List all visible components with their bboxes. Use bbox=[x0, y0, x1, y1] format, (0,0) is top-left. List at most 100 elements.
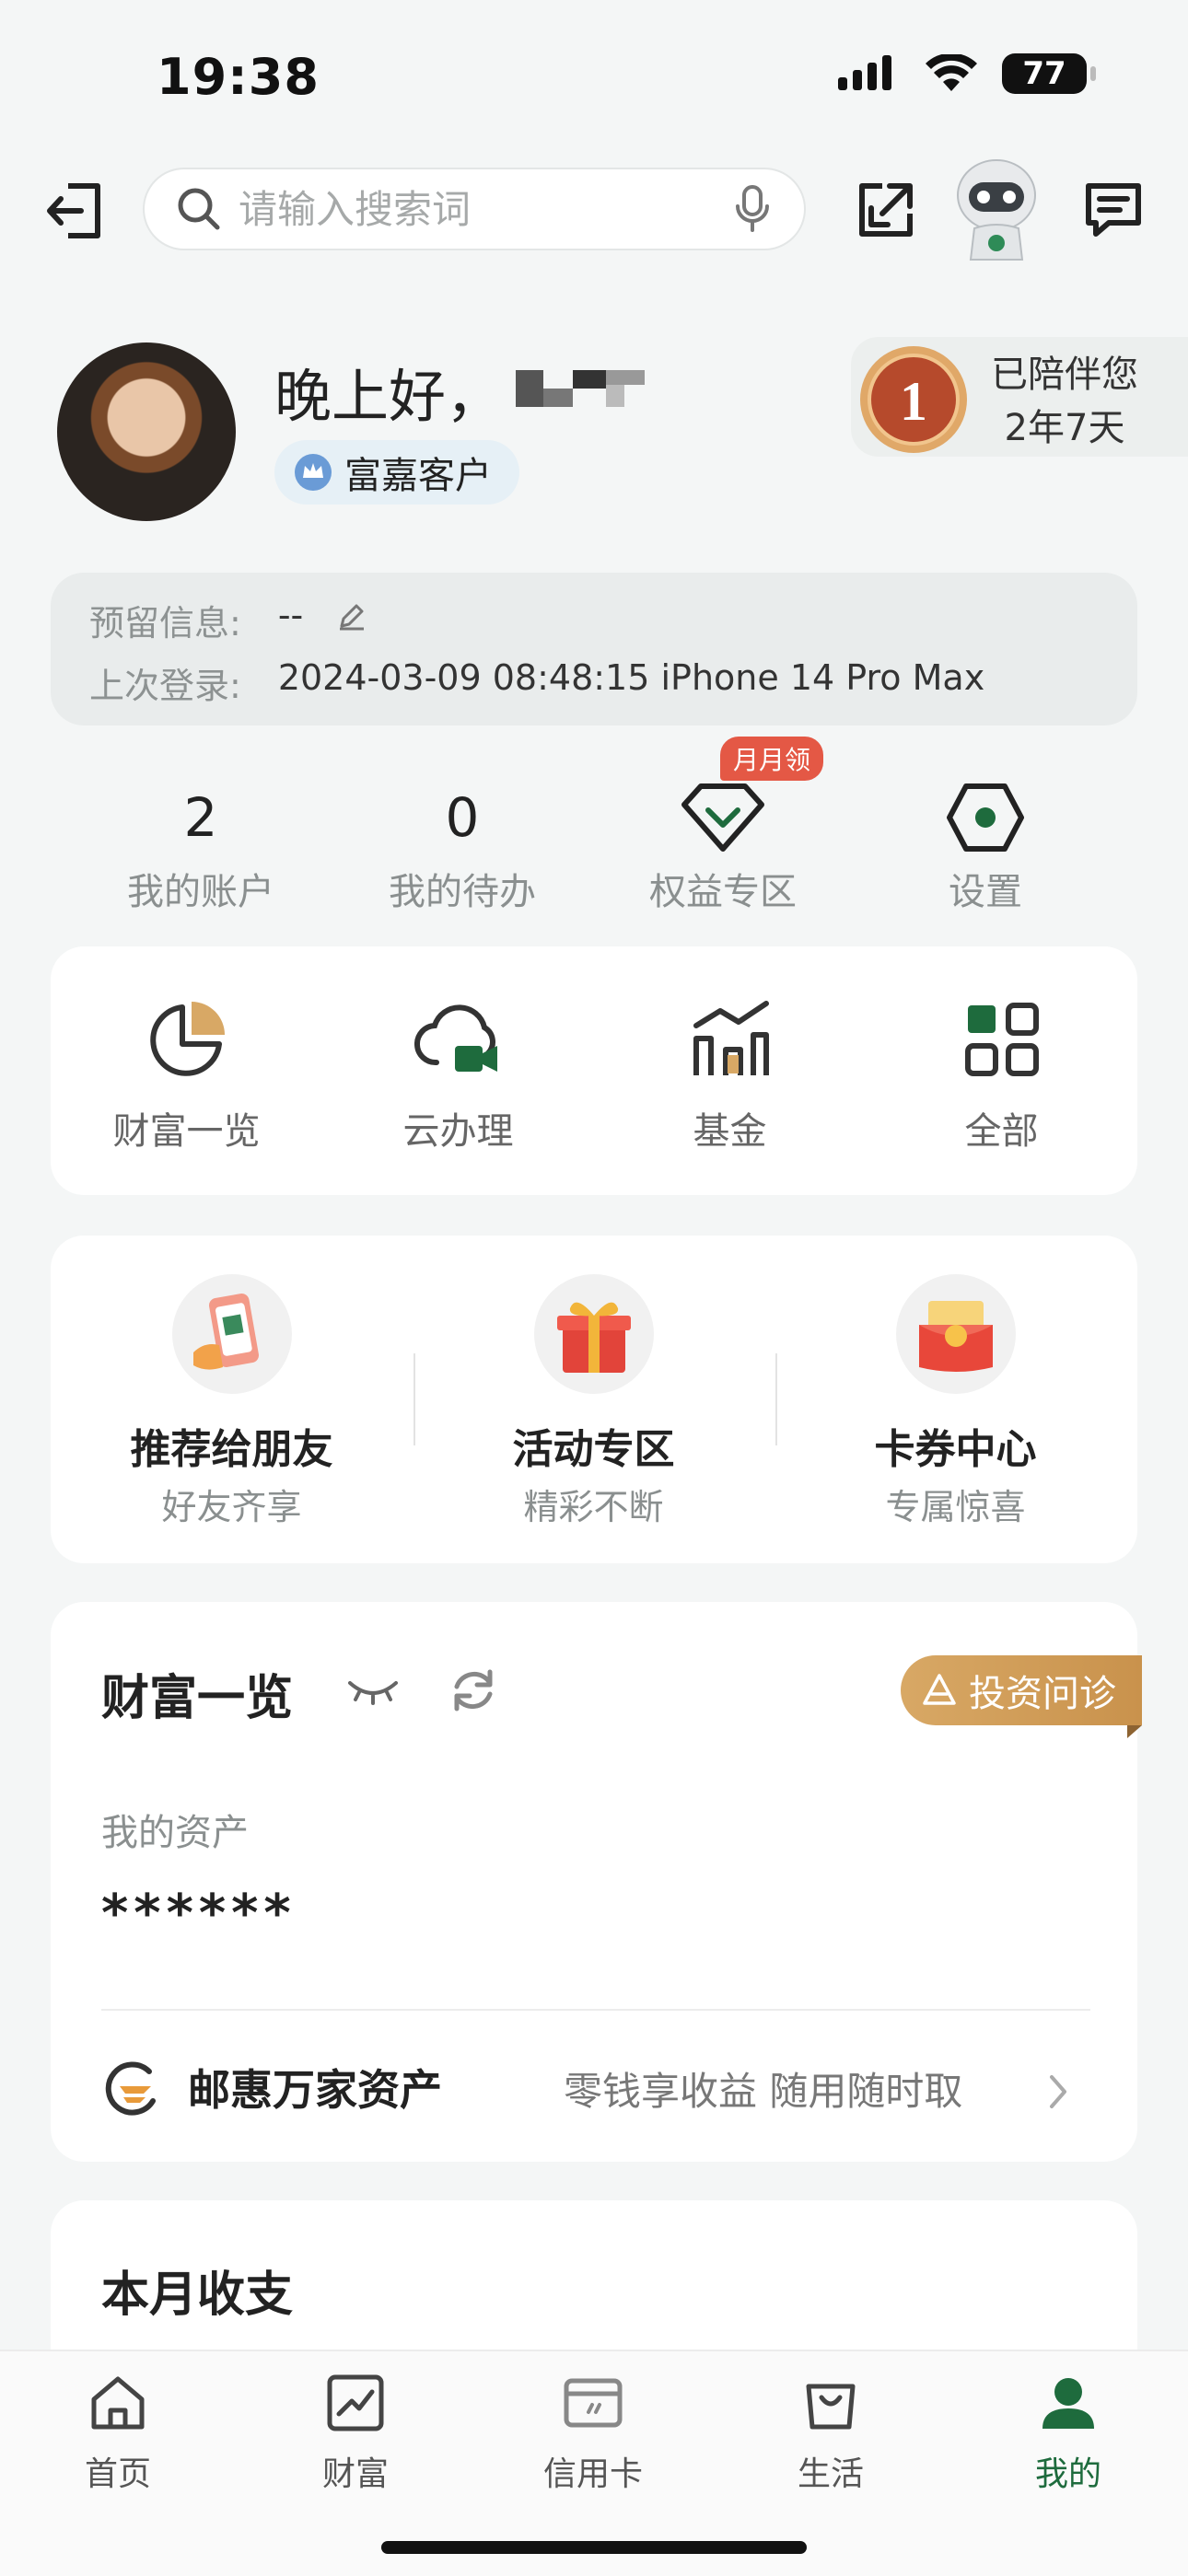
companion-line1: 已陪伴您 bbox=[991, 354, 1138, 396]
svg-text:1: 1 bbox=[900, 371, 927, 432]
promo-subtitle-1: 精彩不断 bbox=[523, 1487, 664, 1527]
reserved-info-row: 预留信息: -- bbox=[89, 595, 367, 645]
promo-activity-zone[interactable]: 活动专区 精彩不断 bbox=[413, 1274, 775, 1529]
tab-wealth[interactable]: 财富 bbox=[263, 2366, 448, 2495]
message-icon[interactable] bbox=[1085, 182, 1142, 238]
benefits-zone[interactable]: 权益专区 bbox=[594, 781, 852, 915]
settings-label: 设置 bbox=[949, 871, 1022, 913]
promo-coupon-center[interactable]: 卡券中心 专属惊喜 bbox=[775, 1274, 1136, 1529]
postal-logo-icon bbox=[105, 2061, 156, 2116]
todos-count: 0 bbox=[445, 786, 480, 849]
tab-home[interactable]: 首页 bbox=[26, 2366, 210, 2495]
diagnosis-icon bbox=[923, 1674, 956, 1705]
pie-chart-icon bbox=[149, 1002, 225, 1076]
quick-label-1: 云办理 bbox=[402, 1110, 514, 1153]
companion-line2: 2年7天 bbox=[1004, 407, 1125, 449]
promo-title-2: 卡券中心 bbox=[874, 1426, 1037, 1473]
edit-icon[interactable] bbox=[336, 600, 367, 632]
promo-refer-friend[interactable]: 推荐给朋友 好友齐享 bbox=[51, 1274, 413, 1529]
user-icon bbox=[1042, 2378, 1094, 2429]
benefits-label: 权益专区 bbox=[649, 871, 797, 913]
promo-subtitle-0: 好友齐享 bbox=[161, 1487, 302, 1527]
microphone-icon[interactable] bbox=[734, 184, 771, 234]
accounts-count: 2 bbox=[183, 786, 218, 849]
home-indicator bbox=[381, 2541, 807, 2554]
product-description: 零钱享收益 随用随时取 bbox=[564, 2069, 963, 2114]
customer-tier-badge[interactable]: 富嘉客户 bbox=[274, 440, 519, 505]
crown-icon bbox=[295, 454, 332, 491]
robot-assistant-icon[interactable] bbox=[949, 157, 1044, 265]
tier-label: 富嘉客户 bbox=[344, 455, 492, 497]
wealth-title: 财富一览 bbox=[101, 1671, 294, 1726]
reserved-info-label: 预留信息: bbox=[89, 603, 241, 644]
home-icon bbox=[91, 2376, 145, 2430]
search-input[interactable] bbox=[237, 185, 734, 233]
tab-label-home: 首页 bbox=[84, 2455, 151, 2493]
masked-name bbox=[516, 370, 645, 407]
search-icon bbox=[178, 188, 220, 230]
quick-label-2: 基金 bbox=[693, 1110, 767, 1153]
promo-subtitle-2: 专属惊喜 bbox=[885, 1487, 1026, 1527]
divider bbox=[101, 2009, 1090, 2011]
settings[interactable]: 设置 bbox=[856, 781, 1114, 915]
product-row[interactable]: 邮惠万家资产 零钱享收益 随用随时取 bbox=[101, 2051, 1090, 2125]
tab-life[interactable]: 生活 bbox=[739, 2366, 923, 2495]
chevron-right-icon bbox=[1050, 2075, 1066, 2108]
quick-cloud-service[interactable]: 云办理 bbox=[322, 998, 594, 1155]
reserved-info-value: -- bbox=[277, 595, 304, 635]
tab-label-life: 生活 bbox=[797, 2455, 864, 2493]
login-info-card: 预留信息: -- 上次登录: 2024-03-09 08:48:15 iPhon… bbox=[51, 573, 1137, 725]
shopping-bag-icon bbox=[806, 2384, 856, 2430]
share-external-icon[interactable] bbox=[856, 180, 915, 239]
gift-box-icon bbox=[556, 1302, 631, 1373]
medal-icon: 1 bbox=[860, 346, 967, 453]
product-name: 邮惠万家资产 bbox=[188, 2065, 442, 2115]
tab-label-wealth: 财富 bbox=[321, 2455, 389, 2493]
last-login-label: 上次登录: bbox=[89, 666, 241, 706]
quick-label-0: 财富一览 bbox=[112, 1110, 261, 1153]
tab-label-credit-card: 信用卡 bbox=[542, 2455, 643, 2493]
promo-title-1: 活动专区 bbox=[512, 1426, 675, 1473]
credit-card-icon bbox=[564, 2378, 623, 2428]
assets-label: 我的资产 bbox=[101, 1812, 249, 1854]
assets-value: ****** bbox=[101, 1884, 297, 1944]
my-todos[interactable]: 0 我的待办 bbox=[333, 781, 591, 915]
status-icons: 77 bbox=[836, 53, 1096, 94]
quick-fund[interactable]: 基金 bbox=[594, 998, 866, 1155]
last-login-row: 上次登录: 2024-03-09 08:48:15 iPhone 14 Pro … bbox=[89, 657, 984, 708]
monthly-claim-tag: 月月领 bbox=[720, 737, 824, 781]
avatar[interactable] bbox=[57, 342, 236, 521]
investment-diagnosis-button[interactable]: 投资问诊 bbox=[901, 1655, 1142, 1738]
monthly-title: 本月收支 bbox=[101, 2268, 294, 2323]
phone-qr-icon bbox=[192, 1294, 259, 1370]
wifi-icon bbox=[926, 54, 977, 91]
diamond-icon bbox=[681, 783, 764, 852]
hide-eye-icon[interactable] bbox=[346, 1672, 400, 1709]
settings-icon bbox=[947, 783, 1024, 852]
quick-actions-card: 财富一览 云办理 基金 全部 bbox=[51, 946, 1137, 1195]
accounts-label: 我的账户 bbox=[127, 871, 274, 913]
quick-wealth-overview[interactable]: 财富一览 bbox=[51, 998, 322, 1155]
logout-icon[interactable] bbox=[44, 180, 105, 241]
grid-icon bbox=[964, 1003, 1039, 1076]
signal-icon bbox=[838, 55, 891, 90]
investment-diagnosis-label: 投资问诊 bbox=[969, 1673, 1116, 1715]
greeting-text: 晚上好， bbox=[274, 363, 504, 430]
search-bar[interactable] bbox=[143, 168, 806, 250]
status-time: 19:38 bbox=[157, 48, 320, 106]
coupon-envelope-icon bbox=[918, 1301, 993, 1372]
refresh-icon[interactable] bbox=[448, 1665, 499, 1716]
promo-title-0: 推荐给朋友 bbox=[130, 1426, 333, 1473]
fund-chart-icon bbox=[693, 1001, 769, 1075]
tab-label-mine: 我的 bbox=[1034, 2455, 1101, 2493]
companion-text: 已陪伴您 2年7天 bbox=[991, 348, 1138, 455]
quick-label-3: 全部 bbox=[964, 1110, 1039, 1153]
my-accounts[interactable]: 2 我的账户 bbox=[72, 781, 330, 915]
quick-all[interactable]: 全部 bbox=[866, 998, 1137, 1155]
tab-credit-card[interactable]: 信用卡 bbox=[501, 2366, 685, 2495]
last-login-value: 2024-03-09 08:48:15 iPhone 14 Pro Max bbox=[277, 657, 985, 698]
tab-mine[interactable]: 我的 bbox=[976, 2366, 1160, 2495]
battery-indicator: 77 bbox=[1002, 53, 1096, 94]
todos-label: 我的待办 bbox=[389, 871, 536, 913]
cloud-video-icon bbox=[413, 1004, 497, 1072]
